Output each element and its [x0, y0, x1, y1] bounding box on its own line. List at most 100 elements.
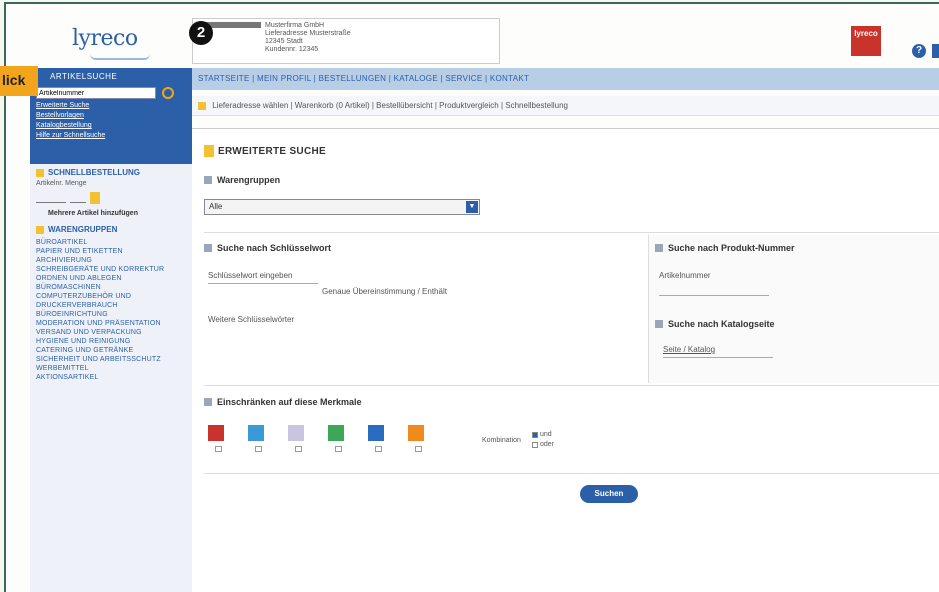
section-attributes: Einschränken auf diese Merkmale: [204, 397, 362, 407]
quick-order-article-input[interactable]: [36, 193, 66, 203]
address-line-4: Kundennr. 12345: [265, 46, 319, 53]
section-catalog-page: Suche nach Katalogseite: [655, 319, 775, 329]
quick-order-title: SCHNELLBESTELLUNG: [48, 168, 140, 177]
sub-navigation[interactable]: Lieferadresse wählen | Warenkorb (0 Arti…: [192, 96, 939, 116]
combination-label: Kombination: [482, 437, 521, 444]
section-divider: [204, 473, 939, 474]
warengruppe-select[interactable]: Alle ▼: [204, 199, 480, 215]
page-frame: lyreco Musterfirma GmbH Lieferadresse Mu…: [4, 2, 939, 592]
category-item[interactable]: Hygiene und Reinigung: [36, 337, 186, 346]
quick-order-section: SCHNELLBESTELLUNG Artikelnr. Menge Mehre…: [30, 164, 192, 221]
section-bullet-icon: [655, 320, 663, 328]
section-bullet-icon: [655, 244, 663, 252]
attribute-checkbox[interactable]: [294, 446, 302, 452]
keyword-field-label[interactable]: Schlüsselwort eingeben: [208, 271, 293, 280]
attribute-navy-icon[interactable]: [368, 425, 388, 452]
quick-order-add-icon[interactable]: [90, 192, 100, 204]
section-divider: [204, 232, 939, 233]
category-item[interactable]: Werbemittel: [36, 364, 186, 373]
address-line-2: Lieferadresse Musterstraße: [265, 30, 351, 37]
top-navigation[interactable]: STARTSEITE | MEIN PROFIL | BESTELLUNGEN …: [192, 68, 939, 90]
click-callout-tag: lick: [0, 66, 38, 96]
category-item[interactable]: Sicherheit und Arbeitsschutz: [36, 355, 186, 364]
sidebar-link-advanced-search[interactable]: Erweiterte Suche: [36, 102, 186, 109]
quick-order-icon: [36, 168, 44, 177]
category-item[interactable]: Büroartikel: [36, 238, 186, 247]
quick-order-more-link[interactable]: Mehrere Artikel hinzufügen: [36, 210, 186, 217]
section-product-number: Suche nach Produkt-Nummer: [655, 243, 795, 253]
attribute-checkbox[interactable]: [214, 446, 222, 452]
quick-order-label: Artikelnr. Menge: [36, 180, 87, 187]
categories-title: WARENGRUPPEN: [48, 225, 118, 234]
catalog-page-field[interactable]: Seite / Katalog: [663, 345, 715, 354]
catalog-page-input[interactable]: [663, 357, 773, 358]
category-item[interactable]: Büroeinrichtung: [36, 310, 186, 319]
address-line-3: 12345 Stadt: [265, 38, 303, 45]
lyreco-logo[interactable]: lyreco: [72, 26, 150, 60]
section-bullet-icon: [204, 244, 212, 252]
advanced-search-panel: ERWEITERTE SUCHE Warengruppen Alle ▼ Suc…: [192, 128, 939, 592]
attribute-checkbox[interactable]: [254, 446, 262, 452]
title-icon: [204, 145, 214, 157]
search-submit-button[interactable]: Suchen: [580, 485, 638, 503]
subnav-text: Lieferadresse wählen | Warenkorb (0 Arti…: [212, 101, 568, 110]
category-item[interactable]: Ordnen und Ablegen: [36, 274, 186, 283]
sidebar-link-templates[interactable]: Bestellvorlagen: [36, 112, 186, 119]
logo-text: lyreco: [72, 26, 138, 51]
categories-section: WARENGRUPPEN Büroartikel Papier und Etik…: [30, 221, 192, 386]
category-item[interactable]: Papier und Etiketten: [36, 247, 186, 256]
attribute-red-icon[interactable]: [208, 425, 228, 452]
step-number-badge: 2: [189, 21, 213, 45]
attribute-icons: [208, 425, 428, 452]
categories-icon: [36, 225, 44, 234]
keyword-input[interactable]: [208, 283, 318, 284]
category-item[interactable]: Computerzubehör und Druckerverbrauch: [36, 292, 186, 310]
lyreco-badge-icon[interactable]: lyreco: [851, 26, 881, 56]
attribute-blue-icon[interactable]: [248, 425, 268, 452]
sidebar-link-help[interactable]: Hilfe zur Schnellsuche: [36, 132, 186, 139]
sidebar-search-title: ARTIKELSUCHE: [50, 72, 118, 81]
attribute-checkbox[interactable]: [414, 446, 422, 452]
sidebar-search-input[interactable]: [36, 87, 156, 99]
radio-or[interactable]: oder: [532, 441, 554, 448]
category-item[interactable]: Moderation und Präsentation: [36, 319, 186, 328]
category-item[interactable]: Aktionsartikel: [36, 373, 186, 382]
section-keyword: Suche nach Schlüsselwort: [204, 243, 331, 253]
product-number-label[interactable]: Artikelnummer: [659, 271, 711, 280]
category-item[interactable]: Büromaschinen: [36, 283, 186, 292]
quick-order-qty-input[interactable]: [70, 193, 86, 203]
attribute-checkbox[interactable]: [374, 446, 382, 452]
right-search-panel: Suche nach Produkt-Nummer Artikelnummer …: [648, 235, 939, 383]
category-item[interactable]: Versand und Verpackung: [36, 328, 186, 337]
product-number-input[interactable]: [659, 295, 769, 296]
section-warengruppen: Warengruppen: [204, 175, 280, 185]
page-title: ERWEITERTE SUCHE: [204, 145, 326, 157]
category-item[interactable]: Catering und Getränke: [36, 346, 186, 355]
attribute-orange-icon[interactable]: [408, 425, 428, 452]
search-icon[interactable]: [162, 87, 174, 99]
category-item[interactable]: Archivierung: [36, 256, 186, 265]
category-item[interactable]: Schreibgeräte und Korrektur: [36, 265, 186, 274]
select-value: Alle: [209, 202, 223, 211]
sidebar: ARTIKELSUCHE Erweiterte Suche Bestellvor…: [30, 68, 192, 592]
subnav-icon: [198, 101, 206, 110]
logo-swoosh: [90, 54, 150, 60]
attribute-green-icon[interactable]: [328, 425, 348, 452]
section-bullet-icon: [204, 176, 212, 184]
sidebar-link-catalog[interactable]: Katalogbestellung: [36, 122, 186, 129]
chevron-down-icon[interactable]: ▼: [466, 201, 478, 213]
attribute-lilac-icon[interactable]: [288, 425, 308, 452]
combination-radio-group: Kombination und oder: [482, 431, 554, 451]
category-list: Büroartikel Papier und Etiketten Archivi…: [36, 238, 186, 382]
keyword-match-hint[interactable]: Genaue Übereinstimmung / Enthält: [322, 287, 447, 296]
radio-and[interactable]: und: [532, 431, 554, 438]
section-bullet-icon: [204, 398, 212, 406]
delivery-address-box: Musterfirma GmbH Lieferadresse Musterstr…: [192, 18, 500, 64]
header-extra-icon[interactable]: [932, 44, 939, 58]
address-line-1: Musterfirma GmbH: [201, 22, 491, 30]
attribute-checkbox[interactable]: [334, 446, 342, 452]
sidebar-search-panel: ARTIKELSUCHE Erweiterte Suche Bestellvor…: [30, 68, 192, 164]
keyword2-field-label[interactable]: Weitere Schlüsselwörter: [208, 315, 294, 324]
section-divider: [204, 385, 939, 386]
help-icon[interactable]: ?: [912, 44, 926, 58]
